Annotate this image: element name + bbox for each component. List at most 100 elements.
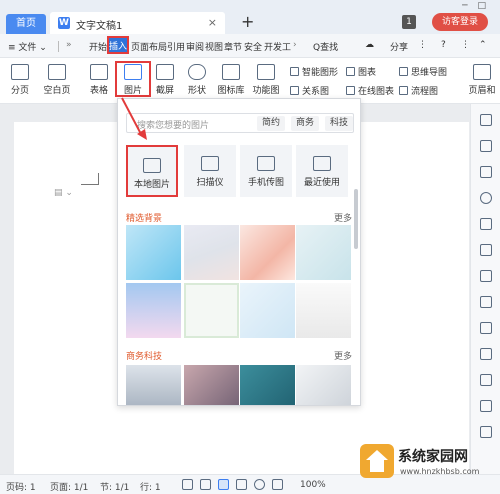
tab-insert[interactable]: 插入 [107, 36, 129, 54]
tab-references[interactable]: 引用 [167, 40, 185, 53]
online-chart-button[interactable]: 在线图表 [346, 84, 394, 97]
header-footer-button[interactable]: 页眉和 [465, 64, 499, 96]
more-chevron-icon[interactable]: › [293, 40, 297, 50]
tab-chapter[interactable]: 章节 [224, 40, 242, 53]
tab-review[interactable]: 审阅 [186, 40, 204, 53]
window-controls[interactable]: ─□ [462, 1, 496, 11]
tab-home[interactable]: 首页 [6, 14, 46, 34]
background-thumbnail[interactable] [126, 283, 181, 338]
table-button[interactable]: 表格 [86, 64, 112, 96]
more-backgrounds-link[interactable]: 更多 [334, 211, 352, 224]
business-thumbnail[interactable] [184, 365, 239, 405]
panel-scrollbar[interactable] [354, 189, 358, 249]
sidebar-image-icon[interactable] [480, 270, 492, 282]
writer-icon: W [58, 17, 70, 29]
background-thumbnail[interactable] [240, 283, 295, 338]
help-button[interactable]: ? [441, 40, 446, 50]
section-business-tech: 商务科技 [126, 352, 163, 362]
business-thumbnail[interactable] [240, 365, 295, 405]
cloud-icon[interactable]: ☁ [365, 40, 374, 50]
web-view-icon[interactable] [254, 479, 265, 490]
tab-start[interactable]: 开始 [89, 40, 107, 53]
sidebar-select-icon[interactable] [480, 166, 492, 178]
mind-map-button[interactable]: 思维导图 [399, 65, 447, 78]
sidebar-table-icon[interactable] [480, 296, 492, 308]
relation-chart-icon [290, 86, 299, 95]
page-view-icon[interactable] [218, 479, 229, 490]
background-thumbnail[interactable] [126, 225, 181, 280]
page-break-button[interactable]: 分页 [8, 64, 32, 96]
file-menu[interactable]: ≡ 文件 ⌄ [8, 40, 47, 53]
sidebar-chart-icon[interactable] [480, 322, 492, 334]
smart-graphic-button[interactable]: 智能图形 [290, 65, 338, 78]
recent-tile[interactable]: 最近使用 [296, 145, 348, 197]
search-button[interactable]: Q查找 [313, 40, 338, 53]
business-thumbnail[interactable] [126, 365, 181, 405]
paragraph-marker-icon[interactable]: ▤ ⌄ [54, 188, 73, 198]
new-tab-button[interactable]: + [241, 12, 254, 31]
picture-search-input[interactable]: 搜索您想要的图片 简约 商务 科技 [126, 113, 354, 133]
sidebar-tools-icon[interactable] [480, 400, 492, 412]
relation-chart-label: 关系图 [302, 87, 330, 97]
sidebar-settings-icon[interactable] [480, 426, 492, 438]
eye-icon[interactable] [182, 479, 193, 490]
document-title: 文字文稿1 [76, 21, 123, 32]
more-business-link[interactable]: 更多 [334, 349, 352, 362]
scanner-label: 扫描仪 [196, 178, 224, 188]
phone-upload-tile[interactable]: 手机传图 [240, 145, 292, 197]
right-sidebar [470, 104, 500, 474]
background-thumbnail[interactable] [296, 225, 351, 280]
collapse-ribbon-icon[interactable]: ⌃ [479, 40, 487, 50]
write-view-icon[interactable] [272, 479, 283, 490]
maximize-icon[interactable]: □ [477, 1, 496, 11]
icon-library-button[interactable]: 图标库 [216, 64, 246, 96]
share-button[interactable]: 分享 [390, 40, 408, 53]
sidebar-backup-icon[interactable] [480, 348, 492, 360]
recent-label: 最近使用 [303, 178, 340, 188]
local-picture-tile[interactable]: 本地图片 [126, 145, 178, 197]
close-tab-icon[interactable]: × [208, 16, 217, 29]
tab-developer[interactable]: 开发工 [264, 40, 291, 53]
shape-button[interactable]: 形状 [184, 64, 210, 96]
edit-icon[interactable] [200, 479, 211, 490]
table-icon [90, 64, 108, 80]
screenshot-button[interactable]: 截屏 [152, 64, 178, 96]
tag-simple[interactable]: 简约 [257, 116, 286, 131]
relation-chart-button[interactable]: 关系图 [290, 84, 329, 97]
background-thumbnail[interactable] [184, 225, 239, 280]
tag-technology[interactable]: 科技 [325, 116, 353, 131]
business-thumbnail[interactable] [296, 365, 351, 405]
sidebar-shape-icon[interactable] [480, 218, 492, 230]
more-menu-icon[interactable]: ⋮ [461, 40, 470, 50]
background-thumbnail[interactable] [240, 225, 295, 280]
sidebar-tag-icon[interactable] [480, 244, 492, 256]
tab-page-layout[interactable]: 页面布局 [131, 40, 167, 53]
tab-document[interactable]: W 文字文稿1 × [50, 12, 225, 34]
blank-page-button[interactable]: 空白页 [40, 64, 74, 96]
function-chart-button[interactable]: 功能图 [250, 64, 282, 96]
sidebar-share-icon[interactable] [480, 374, 492, 386]
window-count-badge[interactable]: 1 [402, 15, 416, 29]
sidebar-style-icon[interactable] [480, 140, 492, 152]
more-chevron-icon[interactable]: » [66, 40, 72, 50]
tab-security[interactable]: 安全 [244, 40, 262, 53]
scanner-tile[interactable]: 扫描仪 [184, 145, 236, 197]
sidebar-collapse-icon[interactable] [480, 114, 492, 126]
tab-view[interactable]: 视图 [205, 40, 223, 53]
outline-view-icon[interactable] [236, 479, 247, 490]
sidebar-location-icon[interactable] [480, 192, 492, 204]
login-button[interactable]: 访客登录 [432, 13, 488, 31]
chart-button[interactable]: 图表 [346, 65, 376, 78]
shape-label: 形状 [187, 86, 206, 96]
flowchart-button[interactable]: 流程图 [399, 84, 438, 97]
zoom-level[interactable]: 100% [300, 480, 326, 490]
background-thumbnail[interactable] [184, 283, 239, 338]
minimize-icon[interactable]: ─ [462, 1, 477, 11]
online-chart-label: 在线图表 [358, 87, 395, 97]
tag-business[interactable]: 商务 [291, 116, 320, 131]
background-thumbnail[interactable] [296, 283, 351, 338]
blank-page-label: 空白页 [43, 86, 71, 96]
house-logo-icon [360, 444, 394, 478]
scanner-icon [201, 156, 219, 171]
more-options-icon[interactable]: ⋮ [418, 40, 427, 50]
